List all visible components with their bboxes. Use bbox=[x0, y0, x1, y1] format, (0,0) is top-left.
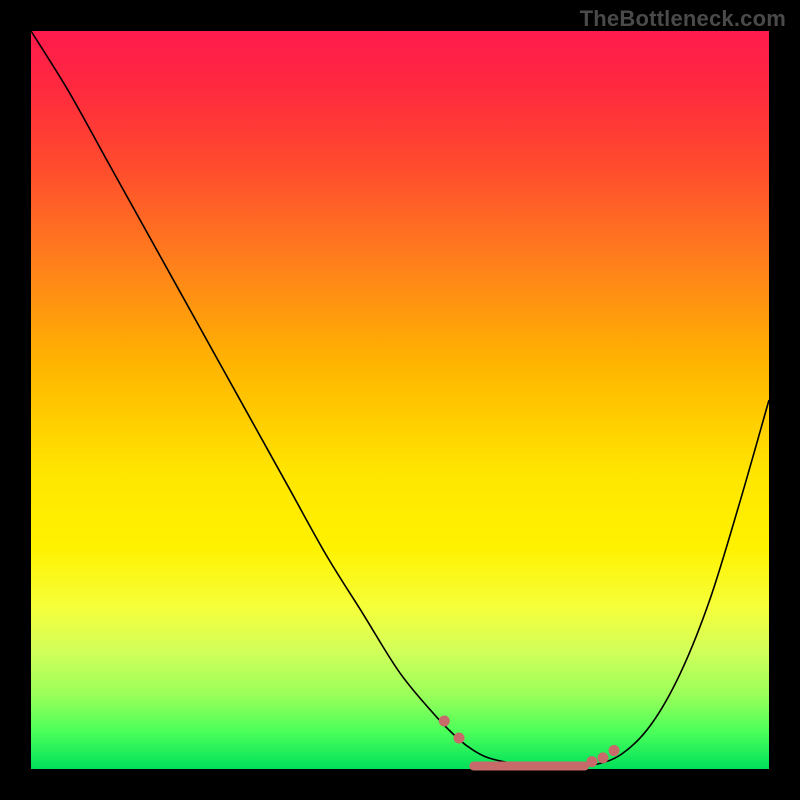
watermark-text: TheBottleneck.com bbox=[580, 6, 786, 32]
chart-frame: TheBottleneck.com bbox=[0, 0, 800, 800]
chart-svg bbox=[31, 31, 769, 769]
marker-dot bbox=[609, 745, 620, 756]
marker-dot bbox=[597, 752, 608, 763]
chart-markers bbox=[439, 716, 620, 768]
marker-dot bbox=[439, 716, 450, 727]
bottleneck-curve bbox=[31, 31, 769, 767]
marker-dot bbox=[454, 733, 465, 744]
